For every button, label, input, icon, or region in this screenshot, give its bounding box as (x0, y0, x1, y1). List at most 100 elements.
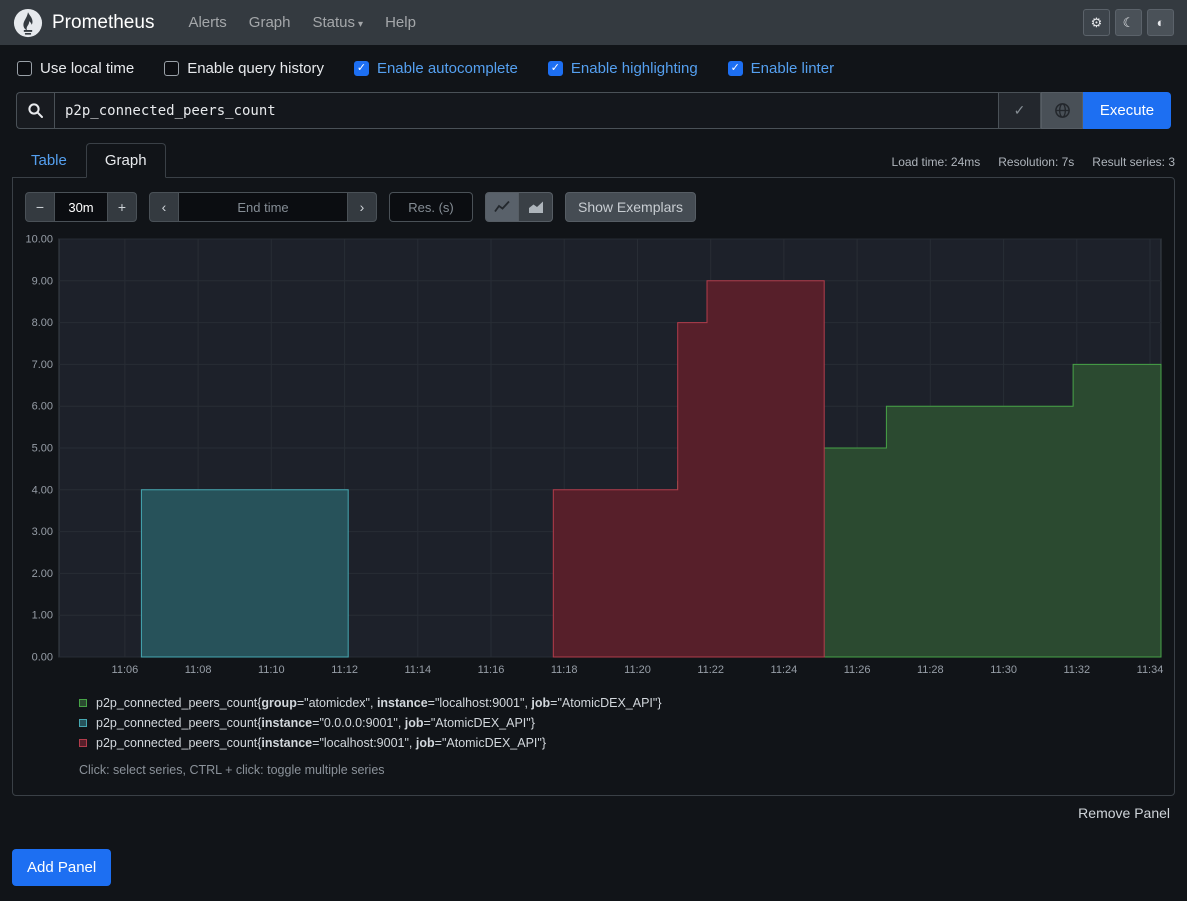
y-tick-label: 4.00 (32, 484, 53, 496)
checkbox-label: Enable autocomplete (377, 60, 518, 77)
panel-footer: Remove Panel (0, 805, 1170, 822)
range-input[interactable] (55, 192, 107, 222)
x-tick-label: 11:34 (1137, 664, 1164, 676)
series-swatch (79, 699, 87, 707)
checkbox-checked-icon: ✓ (354, 61, 369, 76)
y-tick-label: 5.00 (32, 443, 53, 455)
y-tick-label: 8.00 (32, 317, 53, 329)
navbar: Prometheus AlertsGraphStatus▾Help ⚙ ☾ ◐ (0, 0, 1187, 45)
series-area[interactable] (141, 490, 348, 657)
series-swatch (79, 719, 87, 727)
auto-theme-icon: ◐ (1157, 15, 1165, 30)
navbar-links: AlertsGraphStatus▾Help (178, 8, 1083, 37)
y-tick-label: 10.00 (25, 234, 53, 246)
legend-hint: Click: select series, CTRL + click: togg… (79, 763, 1164, 777)
query-bar: ✓ Execute (16, 92, 1171, 129)
metrics-explorer-button[interactable] (1041, 92, 1083, 129)
end-time-input[interactable] (179, 192, 347, 222)
stacked-chart-button[interactable] (519, 192, 553, 222)
tabs: Table Graph (12, 143, 166, 177)
x-tick-label: 11:14 (404, 664, 431, 676)
checkbox-label: Enable linter (751, 60, 834, 77)
time-back-button[interactable]: ‹ (149, 192, 179, 222)
range-group: − + (25, 192, 137, 222)
x-tick-label: 11:24 (771, 664, 798, 676)
graph-panel: − + ‹ › Show Exemplars 0.001.002.003. (12, 177, 1175, 796)
y-tick-label: 0.00 (32, 652, 53, 664)
load-time-stat: Load time: 24ms (892, 155, 981, 169)
checkbox-checked-icon: ✓ (548, 61, 563, 76)
nav-item-status[interactable]: Status▾ (303, 8, 374, 37)
resolution-input[interactable] (389, 192, 473, 222)
series-name: p2p_connected_peers_count{instance="0.0.… (96, 716, 535, 730)
chart-type-group (485, 192, 553, 222)
legend-item[interactable]: p2p_connected_peers_count{instance="loca… (79, 736, 1164, 750)
navbar-actions: ⚙ ☾ ◐ (1083, 9, 1174, 36)
query-input[interactable] (54, 92, 999, 129)
checkbox-label: Enable highlighting (571, 60, 698, 77)
auto-theme-button[interactable]: ◐ (1147, 9, 1174, 36)
execute-button[interactable]: Execute (1083, 92, 1171, 129)
y-tick-label: 2.00 (32, 568, 53, 580)
x-tick-label: 11:16 (478, 664, 505, 676)
x-tick-label: 11:30 (990, 664, 1017, 676)
x-tick-label: 11:20 (624, 664, 651, 676)
tab-table[interactable]: Table (12, 143, 86, 178)
remove-panel-button[interactable]: Remove Panel (1078, 805, 1170, 821)
settings-icon: ⚙ (1091, 15, 1103, 31)
settings-button[interactable]: ⚙ (1083, 9, 1110, 36)
range-decrease-button[interactable]: − (25, 192, 55, 222)
query-stats: Load time: 24ms Resolution: 7s Result se… (892, 155, 1175, 177)
x-tick-label: 11:22 (697, 664, 724, 676)
chevron-down-icon: ▾ (358, 19, 363, 30)
nav-item-help[interactable]: Help (375, 8, 426, 37)
show-exemplars-button[interactable]: Show Exemplars (565, 192, 696, 222)
time-forward-button[interactable]: › (347, 192, 377, 222)
x-tick-label: 11:08 (185, 664, 212, 676)
options-row: Use local time Enable query history ✓ Enabl… (0, 45, 1187, 90)
y-tick-label: 6.00 (32, 401, 53, 413)
checkbox-label: Use local time (40, 60, 134, 77)
add-panel-button[interactable]: Add Panel (12, 849, 111, 886)
x-tick-label: 11:32 (1063, 664, 1090, 676)
tab-graph[interactable]: Graph (86, 143, 166, 178)
y-tick-label: 3.00 (32, 526, 53, 538)
globe-icon (1054, 102, 1071, 119)
end-time-group: ‹ › (149, 192, 377, 222)
x-tick-label: 11:06 (112, 664, 139, 676)
line-chart-icon (494, 200, 510, 214)
checkbox-use-local-time[interactable]: Use local time (17, 60, 134, 77)
checkbox-enable-autocomplete[interactable]: ✓ Enable autocomplete (354, 60, 518, 77)
brand-link[interactable]: Prometheus (13, 8, 154, 38)
x-tick-label: 11:10 (258, 664, 285, 676)
chart: 0.001.002.003.004.005.006.007.008.009.00… (23, 234, 1164, 682)
x-tick-label: 11:26 (844, 664, 871, 676)
search-icon[interactable] (16, 92, 54, 129)
brand-title: Prometheus (52, 12, 154, 34)
x-tick-label: 11:28 (917, 664, 944, 676)
checkbox-enable-highlighting[interactable]: ✓ Enable highlighting (548, 60, 698, 77)
y-tick-label: 9.00 (32, 275, 53, 287)
nav-item-graph[interactable]: Graph (239, 8, 301, 37)
range-increase-button[interactable]: + (107, 192, 137, 222)
y-tick-label: 7.00 (32, 359, 53, 371)
checkbox-unchecked-icon (17, 61, 32, 76)
tabs-row: Table Graph Load time: 24ms Resolution: … (12, 143, 1175, 177)
chart-svg[interactable]: 0.001.002.003.004.005.006.007.008.009.00… (23, 234, 1164, 682)
series-name: p2p_connected_peers_count{instance="loca… (96, 736, 546, 750)
checkbox-enable-linter[interactable]: ✓ Enable linter (728, 60, 834, 77)
nav-item-alerts[interactable]: Alerts (178, 8, 236, 37)
legend-item[interactable]: p2p_connected_peers_count{instance="0.0.… (79, 716, 1164, 730)
graph-controls: − + ‹ › Show Exemplars (25, 192, 1164, 222)
resolution-stat: Resolution: 7s (998, 155, 1074, 169)
checkbox-unchecked-icon (164, 61, 179, 76)
dark-theme-button[interactable]: ☾ (1115, 9, 1142, 36)
checkbox-enable-query-history[interactable]: Enable query history (164, 60, 324, 77)
format-expression-button[interactable]: ✓ (999, 92, 1041, 129)
line-chart-button[interactable] (485, 192, 519, 222)
legend-item[interactable]: p2p_connected_peers_count{group="atomicd… (79, 696, 1164, 710)
checkbox-checked-icon: ✓ (728, 61, 743, 76)
legend: p2p_connected_peers_count{group="atomicd… (79, 696, 1164, 750)
x-tick-label: 11:18 (551, 664, 578, 676)
result-series-stat: Result series: 3 (1092, 155, 1175, 169)
